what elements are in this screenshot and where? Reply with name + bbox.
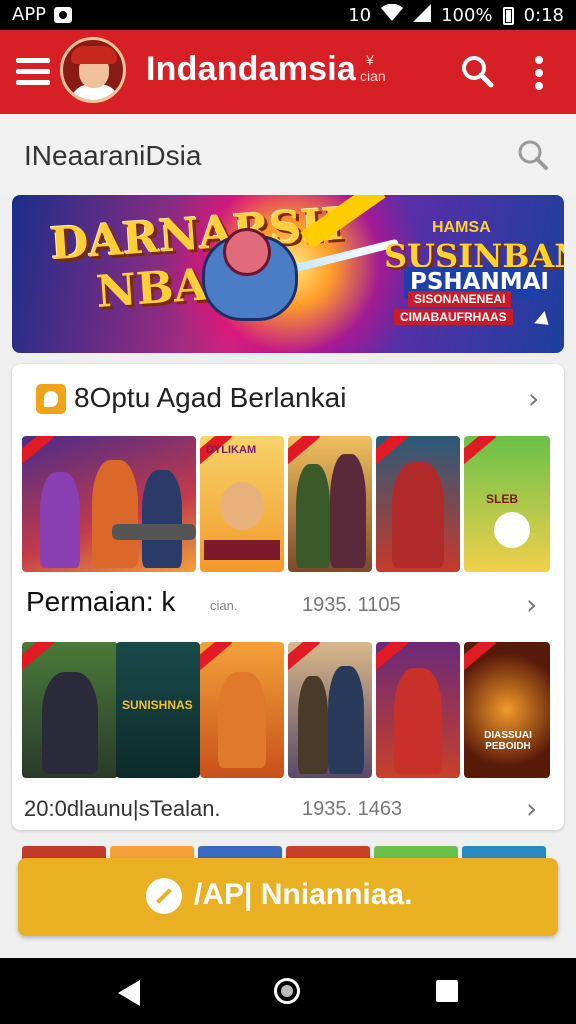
- signal-icon: [413, 4, 432, 27]
- search-bar[interactable]: INeaaraniDsia: [0, 114, 576, 196]
- recents-icon[interactable]: [436, 980, 458, 1002]
- section-title: 8Optu Agad Berlankai: [74, 382, 347, 413]
- game-tile[interactable]: DYLIKAM: [200, 436, 284, 572]
- home-icon[interactable]: [274, 978, 300, 1004]
- system-nav-bar: [0, 958, 576, 1024]
- banner-right-line1: SISONANENEAI: [408, 291, 512, 307]
- more-vert-icon[interactable]: [534, 56, 544, 90]
- banner-right-small: HAMSA: [432, 219, 491, 236]
- app-subtitle: cian: [360, 68, 386, 84]
- search-input[interactable]: INeaaraniDsia: [24, 140, 201, 172]
- install-button-label: /AP| Nnianniaa.: [194, 878, 413, 911]
- game-tile[interactable]: [200, 642, 284, 778]
- shield-icon: [36, 384, 66, 414]
- status-extra: 10: [348, 5, 372, 26]
- game-row-1: DYLIKAM SLEB: [22, 436, 550, 572]
- avatar[interactable]: [60, 37, 126, 103]
- wifi-icon: [381, 3, 404, 27]
- row-1-meta-small: cian.: [210, 598, 238, 613]
- app-subtitle-mark: ¥: [366, 52, 374, 68]
- hero-character: [202, 228, 298, 321]
- battery-percent: 100%: [441, 5, 493, 26]
- game-tile-title: SLEB: [486, 492, 519, 506]
- game-tile[interactable]: SLEB: [464, 436, 550, 572]
- section-header[interactable]: 8Optu Agad Berlankai ›: [24, 378, 552, 418]
- chevron-right-icon[interactable]: ›: [526, 588, 537, 621]
- promo-banner[interactable]: DARNARSH NBANI HAMSA SUSINBAN. PSHANMAI …: [12, 195, 564, 353]
- banner-right-line2: CIMABAUFRHAAS: [394, 309, 513, 325]
- game-tile-title: SUNISHNAS: [122, 698, 193, 712]
- game-tile[interactable]: DIASSUAI PEBOIDH: [464, 642, 550, 778]
- game-tile[interactable]: [288, 436, 372, 572]
- chevron-right-icon[interactable]: ›: [526, 792, 537, 825]
- game-row-2: SUNISHNAS DIASSUAI PEBOIDH: [22, 642, 550, 778]
- row-1-meta: 1935. 1105: [302, 594, 401, 616]
- app-bar: Indandamsia ¥ cian: [0, 30, 576, 114]
- game-tile-title: DIASSUAI PEBOIDH: [484, 730, 532, 752]
- download-icon: [146, 878, 182, 914]
- game-tile[interactable]: [288, 642, 372, 778]
- status-bar: APP 10 100% 0:18: [0, 0, 576, 30]
- search-icon[interactable]: [516, 138, 550, 172]
- game-tile[interactable]: [376, 436, 460, 572]
- cursor-icon: [534, 311, 554, 331]
- row-2-caption: 20:0dlaunu|sTealan.: [24, 796, 221, 821]
- games-section-card: 8Optu Agad Berlankai › DYLIKAM SLEB Perm…: [12, 364, 564, 830]
- notification-icon: [54, 6, 73, 23]
- back-icon[interactable]: [118, 980, 140, 1006]
- row-2-meta: 1935. 1463: [302, 798, 403, 820]
- game-tile-title: DYLIKAM: [206, 444, 257, 456]
- game-tile[interactable]: [22, 436, 196, 572]
- game-tile[interactable]: SUNISHNAS: [116, 642, 200, 778]
- game-tile[interactable]: [376, 642, 460, 778]
- battery-icon: [502, 6, 514, 25]
- install-button[interactable]: /AP| Nnianniaa.: [18, 858, 558, 936]
- game-tile[interactable]: [22, 642, 118, 778]
- chevron-right-icon[interactable]: ›: [528, 382, 539, 415]
- status-time: 0:18: [523, 5, 564, 26]
- row-1-caption: Permaian: k: [26, 586, 176, 617]
- search-icon[interactable]: [460, 54, 494, 88]
- app-title: Indandamsia: [146, 50, 357, 88]
- status-app-label: APP: [12, 4, 47, 25]
- menu-icon[interactable]: [16, 58, 50, 86]
